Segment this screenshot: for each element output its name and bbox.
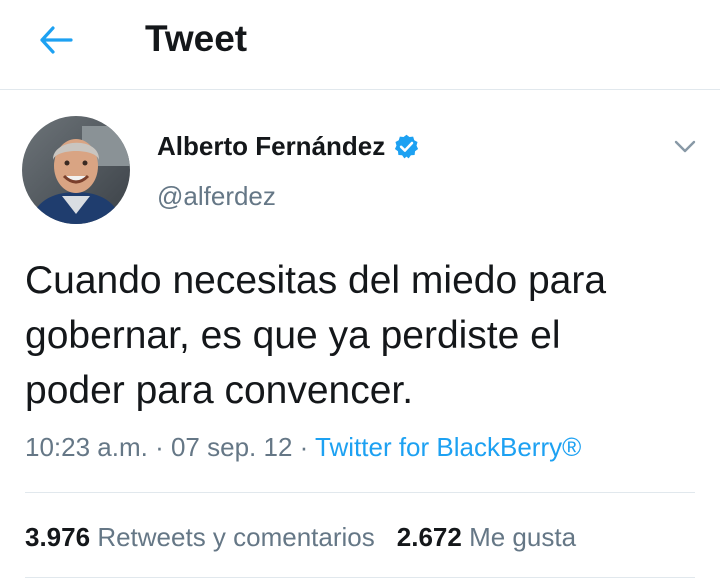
retweets-stat[interactable]: 3.976 Retweets y comentarios <box>25 522 375 552</box>
meta-separator: · <box>292 432 316 462</box>
back-button[interactable] <box>30 19 82 61</box>
likes-stat[interactable]: 2.672 Me gusta <box>397 522 576 552</box>
likes-label: Me gusta <box>469 522 577 552</box>
tweet-text: Cuando necesitas del miedo para gobernar… <box>25 259 607 412</box>
tweet-stats: 3.976 Retweets y comentarios 2.672 Me gus… <box>25 520 576 554</box>
retweets-label: Retweets y comentarios <box>97 522 375 552</box>
app-header: Tweet <box>0 0 720 90</box>
arrow-left-icon <box>40 26 73 54</box>
likes-count: 2.672 <box>396 522 462 552</box>
tweet-time: 10:23 a.m. <box>25 432 148 462</box>
verified-badge-icon <box>395 134 419 158</box>
tweet-meta: 10:23 a.m. · 07 sep. 12 · Twitter for Bl… <box>25 430 581 464</box>
tweet-source-link[interactable]: Twitter for BlackBerry® <box>315 432 581 462</box>
page-title: Tweet <box>145 18 248 59</box>
author-name-row[interactable]: Alberto Fernández <box>157 130 420 162</box>
divider <box>25 577 695 578</box>
meta-separator: · <box>147 432 171 462</box>
retweets-count: 3.976 <box>25 522 91 552</box>
author-name: Alberto Fernández <box>157 131 386 161</box>
chevron-down-icon[interactable] <box>670 131 700 161</box>
avatar[interactable] <box>22 116 130 224</box>
divider <box>25 492 695 493</box>
tweet-date: 07 sep. 12 <box>170 432 293 462</box>
author-handle[interactable]: @alferdez <box>157 180 276 212</box>
